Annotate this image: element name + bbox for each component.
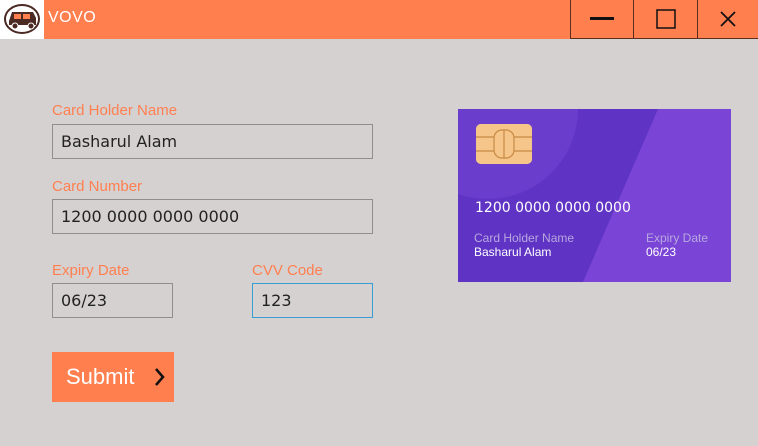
window-title: VOVO bbox=[48, 9, 97, 26]
minimize-button[interactable] bbox=[570, 0, 633, 39]
minimize-icon bbox=[590, 17, 614, 20]
card-holder-display: Basharul Alam bbox=[474, 245, 552, 259]
cvv-code-label: CVV Code bbox=[252, 262, 323, 279]
expiry-date-input[interactable]: 06/23 bbox=[52, 283, 173, 318]
card-holder-input[interactable]: Basharul Alam bbox=[52, 124, 373, 159]
submit-button[interactable]: Submit bbox=[52, 352, 174, 402]
card-preview: 1200 0000 0000 0000 Card Holder Name Bas… bbox=[458, 109, 731, 282]
card-number-display: 1200 0000 0000 0000 bbox=[475, 200, 631, 216]
bus-logo-icon bbox=[0, 0, 44, 39]
title-bar: VOVO bbox=[0, 0, 758, 39]
card-holder-caption: Card Holder Name bbox=[474, 231, 575, 245]
card-holder-label: Card Holder Name bbox=[52, 102, 178, 119]
card-expiry-caption: Expiry Date bbox=[646, 231, 709, 245]
expiry-date-label: Expiry Date bbox=[52, 262, 130, 279]
maximize-icon bbox=[655, 9, 676, 29]
card-expiry-display: 06/23 bbox=[646, 245, 677, 259]
card-number-input[interactable]: 1200 0000 0000 0000 bbox=[52, 199, 373, 234]
card-chip-icon bbox=[476, 124, 532, 164]
close-button[interactable] bbox=[697, 0, 758, 39]
chevron-right-icon bbox=[155, 368, 165, 386]
close-icon bbox=[720, 11, 736, 27]
cvv-code-input[interactable]: 123 bbox=[252, 283, 373, 318]
card-number-label: Card Number bbox=[52, 178, 143, 195]
submit-label: Submit bbox=[66, 364, 135, 389]
maximize-button[interactable] bbox=[633, 0, 697, 39]
